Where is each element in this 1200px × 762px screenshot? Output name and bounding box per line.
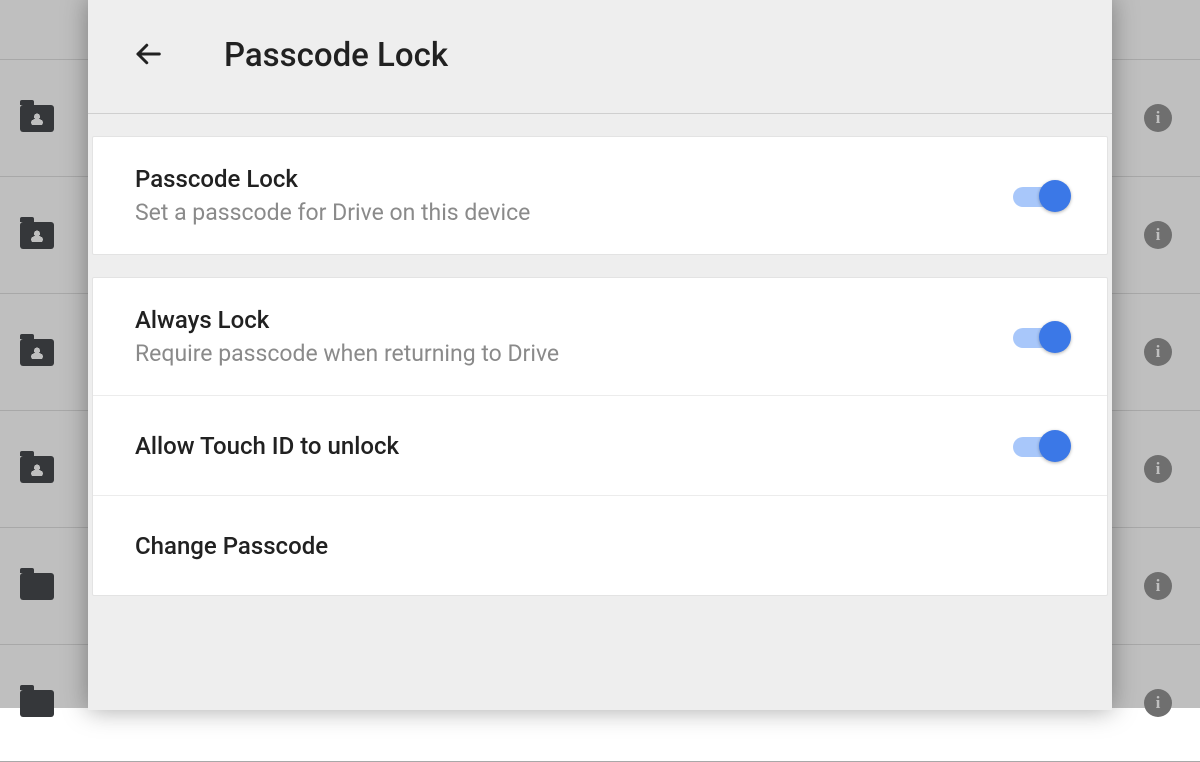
row-subtitle: Set a passcode for Drive on this device: [135, 199, 530, 226]
row-touch-id[interactable]: Allow Touch ID to unlock: [93, 395, 1107, 495]
row-always-lock[interactable]: Always Lock Require passcode when return…: [93, 278, 1107, 395]
row-change-passcode[interactable]: Change Passcode: [93, 495, 1107, 595]
folder-icon: [20, 456, 54, 483]
row-passcode-lock[interactable]: Passcode Lock Set a passcode for Drive o…: [93, 137, 1107, 254]
page-title: Passcode Lock: [224, 36, 448, 75]
info-icon: i: [1144, 689, 1172, 717]
settings-panel: Passcode Lock Passcode Lock Set a passco…: [88, 0, 1112, 710]
info-icon: i: [1144, 221, 1172, 249]
info-icon: i: [1144, 455, 1172, 483]
panel-header: Passcode Lock: [88, 0, 1112, 114]
arrow-left-icon: [133, 39, 163, 72]
row-title: Passcode Lock: [135, 165, 530, 193]
row-title: Change Passcode: [135, 532, 328, 560]
toggle-passcode-lock[interactable]: [1013, 179, 1071, 213]
toggle-always-lock[interactable]: [1013, 320, 1071, 354]
back-button[interactable]: [128, 36, 168, 76]
info-icon: i: [1144, 338, 1172, 366]
folder-icon: [20, 222, 54, 249]
settings-group-passcode: Passcode Lock Set a passcode for Drive o…: [92, 136, 1108, 255]
folder-icon: [20, 105, 54, 132]
settings-group-options: Always Lock Require passcode when return…: [92, 277, 1108, 596]
row-title: Allow Touch ID to unlock: [135, 432, 399, 460]
folder-icon: [20, 339, 54, 366]
folder-icon: [20, 573, 54, 600]
info-icon: i: [1144, 572, 1172, 600]
info-icon: i: [1144, 104, 1172, 132]
panel-body: Passcode Lock Set a passcode for Drive o…: [88, 114, 1112, 618]
toggle-touch-id[interactable]: [1013, 429, 1071, 463]
row-title: Always Lock: [135, 306, 559, 334]
folder-icon: [20, 690, 54, 717]
row-subtitle: Require passcode when returning to Drive: [135, 340, 559, 367]
